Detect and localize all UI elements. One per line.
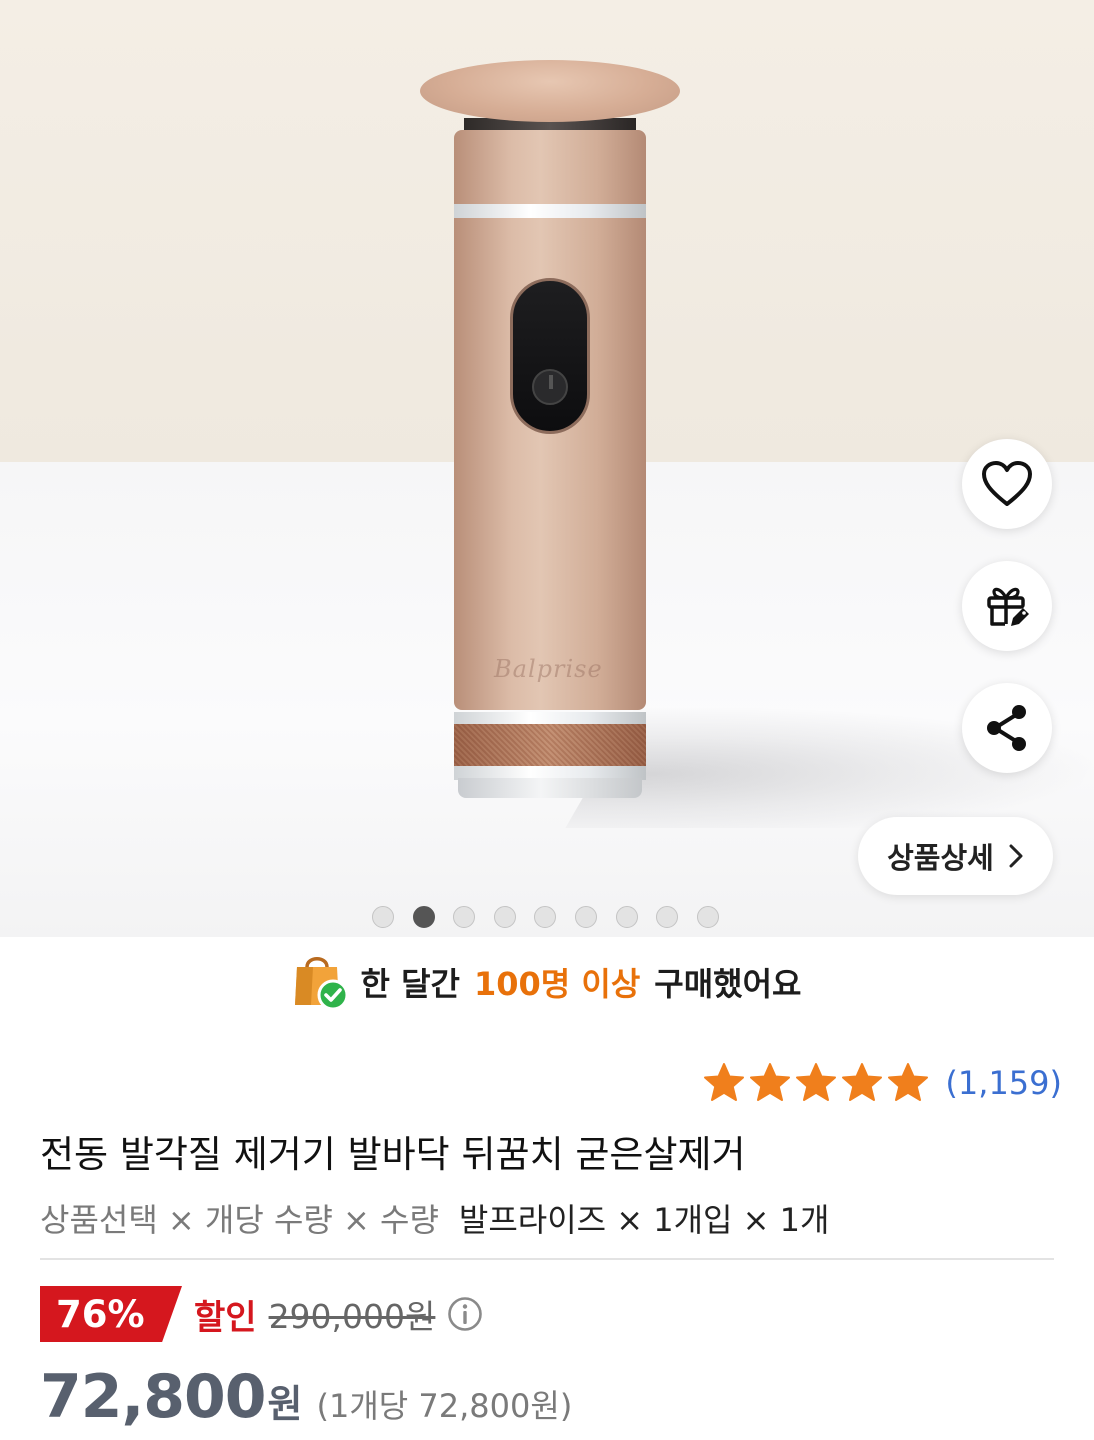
discount-row: 76% 할인 290,000원 — [40, 1286, 483, 1342]
discount-badge: 76% — [40, 1286, 182, 1342]
shopping-bag-check-icon — [294, 957, 347, 1011]
original-price: 290,000원 — [268, 1297, 436, 1336]
wishlist-button[interactable] — [962, 439, 1052, 529]
pagination-dot[interactable] — [574, 906, 597, 928]
chevron-right-icon — [1009, 844, 1023, 868]
gallery-pagination — [372, 906, 719, 928]
star-icon — [842, 1063, 883, 1101]
share-button[interactable] — [962, 683, 1052, 773]
unit-price: (1개당 72,800원) — [316, 1387, 573, 1425]
device-ring — [454, 204, 646, 218]
product-rating[interactable]: (1,159) — [703, 1062, 1062, 1104]
sale-price: 72,800 — [40, 1362, 267, 1432]
device-grinding-disc — [420, 60, 680, 122]
banner-prefix: 한 달간 — [360, 965, 460, 1003]
star-icon — [888, 1063, 929, 1101]
selected-options[interactable]: 상품선택 × 개당 수량 × 수량 발프라이즈 × 1개입 × 1개 — [40, 1195, 829, 1241]
heart-icon — [982, 461, 1032, 506]
currency-label: 원 — [267, 1382, 303, 1426]
divider — [40, 1258, 1054, 1260]
product-image-gallery[interactable]: Balprise 상품상세 — [0, 0, 1094, 937]
share-icon — [987, 705, 1026, 751]
star-icon — [796, 1063, 837, 1101]
device-base — [458, 778, 642, 798]
pagination-dot[interactable] — [615, 906, 638, 928]
star-icon — [704, 1063, 745, 1101]
banner-suffix: 구매했어요 — [654, 965, 802, 1003]
device-brand-mark: Balprise — [494, 655, 603, 683]
gift-button[interactable] — [962, 561, 1052, 651]
rating-stars — [703, 1062, 929, 1104]
product-photo-foot-file-device: Balprise — [420, 60, 680, 800]
star-icon — [750, 1063, 791, 1101]
discount-label: 할인 — [194, 1297, 257, 1338]
info-icon[interactable] — [447, 1296, 483, 1332]
banner-highlight: 100명 이상 — [474, 965, 641, 1003]
options-value: 발프라이즈 × 1개입 × 1개 — [458, 1201, 830, 1239]
product-page: Balprise 상품상세 한 달간 100명 이상 구매했어요 (1,159)… — [0, 0, 1094, 1440]
pagination-dot[interactable] — [493, 906, 516, 928]
pagination-dot[interactable] — [534, 906, 557, 928]
pagination-dot[interactable] — [453, 906, 476, 928]
pagination-dot[interactable] — [372, 906, 394, 928]
pagination-dot[interactable] — [656, 906, 679, 928]
pagination-dot-active[interactable] — [412, 906, 435, 928]
device-switch-window — [510, 278, 590, 434]
device-knurled-grip — [454, 724, 646, 768]
review-count[interactable]: (1,159) — [945, 1064, 1062, 1102]
pagination-dot[interactable] — [696, 906, 719, 928]
gift-icon — [987, 587, 1029, 626]
product-detail-label: 상품상세 — [887, 841, 994, 875]
purchase-count-banner: 한 달간 100명 이상 구매했어요 — [0, 946, 1094, 1018]
power-button-icon — [532, 369, 568, 405]
options-label: 상품선택 × 개당 수량 × 수량 — [40, 1201, 439, 1239]
product-detail-button[interactable]: 상품상세 — [858, 817, 1053, 895]
price-row: 72,800 원 (1개당 72,800원) — [40, 1362, 572, 1432]
product-title: 전동 발각질 제거기 발바닥 뒤꿈치 굳은살제거 — [40, 1133, 746, 1176]
